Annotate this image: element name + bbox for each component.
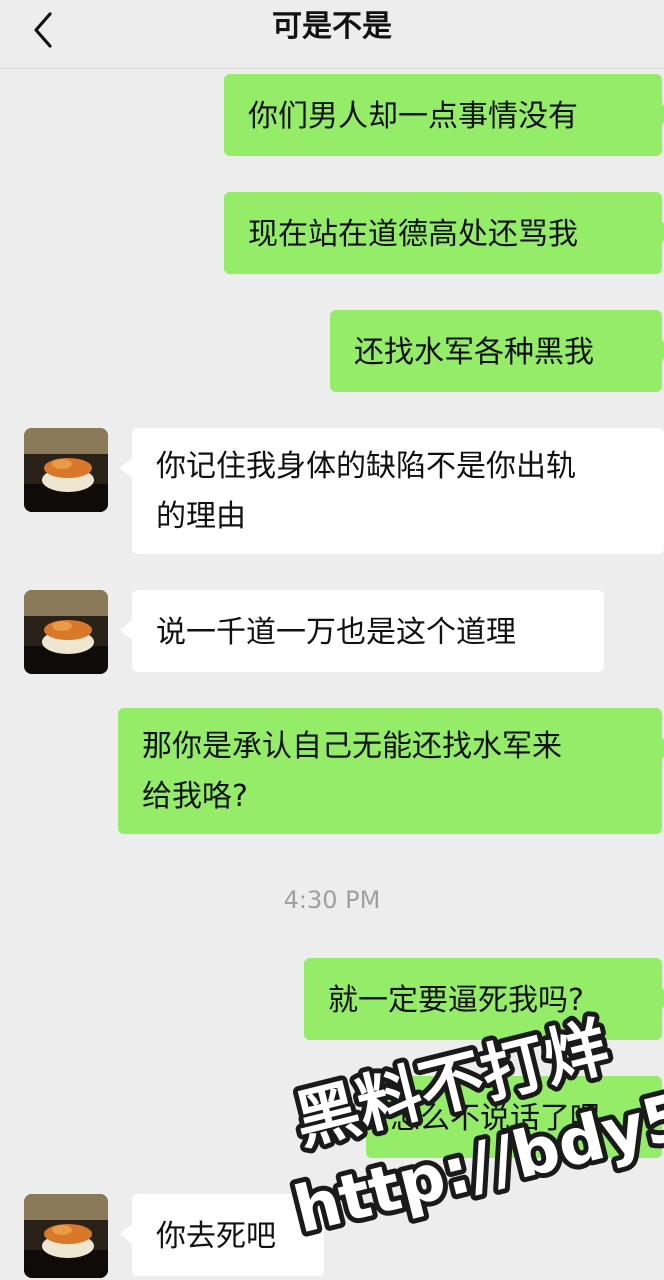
incoming-message[interactable]: 说一千道一万也是这个道理 [120,590,604,672]
contact-avatar[interactable] [24,428,108,512]
outgoing-message[interactable]: 你们男人却一点事情没有 [224,74,664,156]
sushi-avatar-image [24,1194,108,1278]
contact-avatar[interactable] [24,590,108,674]
sushi-avatar-image [24,428,108,512]
message-text-line: 你记住我身体的缺陷不是你出轨 [156,449,576,484]
message-text: 说一千道一万也是这个道理 [156,615,516,650]
outgoing-message[interactable]: 那你是承认自己无能还找水军来 给我咯? [118,708,664,834]
message-text: 你们男人却一点事情没有 [248,99,578,134]
contact-avatar[interactable] [24,1194,108,1278]
chat-screen: 可是不是 你们男人却一点事情没有 现在站在道德高处还骂我 还找水军各种黑我 你记… [0,0,664,1280]
message-text: 就一定要逼死我吗? [328,983,584,1018]
outgoing-message[interactable]: 现在站在道德高处还骂我 [224,192,664,274]
message-text: 怎么不说话了呢 [390,1101,600,1136]
incoming-message[interactable]: 你记住我身体的缺陷不是你出轨 的理由 [120,428,664,554]
message-text: 现在站在道德高处还骂我 [248,217,578,252]
incoming-message[interactable]: 你去死吧 [120,1194,324,1276]
message-text: 还找水军各种黑我 [354,335,594,370]
outgoing-message[interactable]: 怎么不说话了呢 [366,1076,664,1158]
sushi-avatar-image [24,590,108,674]
outgoing-message[interactable]: 还找水军各种黑我 [330,310,664,392]
message-text-line: 的理由 [156,499,246,534]
chat-header: 可是不是 [0,0,664,69]
message-text-line: 那你是承认自己无能还找水军来 [142,729,562,764]
message-text-line: 给我咯? [142,779,248,814]
timestamp: 4:30 PM [283,886,381,914]
message-text: 你去死吧 [156,1219,276,1254]
chat-title: 可是不是 [272,9,392,44]
outgoing-message[interactable]: 就一定要逼死我吗? [304,958,664,1040]
